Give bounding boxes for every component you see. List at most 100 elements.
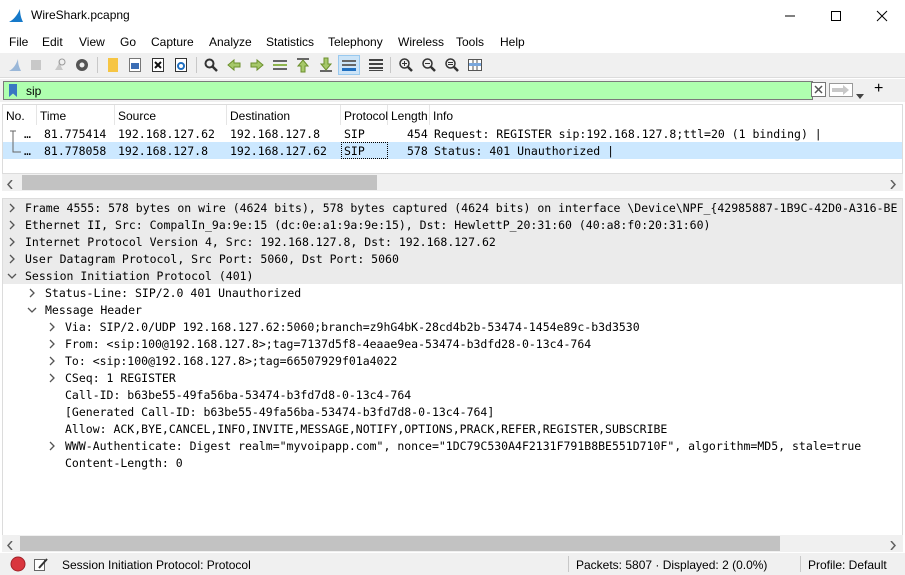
detail-row-status-line[interactable]: Status-Line: SIP/2.0 401 Unauthorized	[3, 284, 902, 301]
chevron-right-icon[interactable]	[47, 338, 57, 349]
cell-destination: 192.168.127.62	[230, 144, 327, 158]
capture-options-button[interactable]	[72, 55, 92, 75]
chevron-right-icon[interactable]	[47, 440, 57, 451]
chevron-right-icon[interactable]	[7, 236, 17, 247]
stop-capture-button[interactable]	[26, 55, 46, 75]
scroll-right-icon[interactable]	[890, 539, 897, 553]
capture-comment-icon[interactable]	[33, 556, 49, 575]
detail-row-sip[interactable]: Session Initiation Protocol (401)	[3, 267, 902, 284]
detail-row-ipv4[interactable]: Internet Protocol Version 4, Src: 192.16…	[3, 233, 902, 250]
details-horizontal-scrollbar[interactable]	[2, 535, 903, 552]
go-to-packet-button[interactable]	[270, 55, 290, 75]
zoom-out-button[interactable]	[419, 55, 439, 75]
last-packet-button[interactable]	[316, 55, 336, 75]
auto-scroll-button[interactable]	[338, 55, 360, 75]
add-filter-button-icon[interactable]: +	[874, 80, 883, 98]
detail-text: [Generated Call-ID: b63be55-49fa56ba-534…	[65, 405, 495, 419]
minimize-button[interactable]	[767, 0, 813, 31]
chevron-down-icon[interactable]	[856, 88, 864, 102]
menu-telephony[interactable]: Telephony	[328, 35, 383, 49]
reload-file-button[interactable]	[171, 55, 191, 75]
clear-filter-icon[interactable]	[811, 82, 826, 100]
detail-text: WWW-Authenticate: Digest realm="myvoipap…	[65, 439, 862, 453]
menu-edit[interactable]: Edit	[42, 35, 63, 49]
resize-columns-button[interactable]	[465, 55, 485, 75]
chevron-right-icon[interactable]	[7, 253, 17, 264]
detail-row-frame[interactable]: Frame 4555: 578 bytes on wire (4624 bits…	[3, 199, 902, 216]
start-capture-button[interactable]	[5, 55, 25, 75]
scroll-left-icon[interactable]	[6, 178, 13, 192]
find-packet-button[interactable]	[201, 55, 221, 75]
auto-scroll-icon	[342, 60, 356, 71]
go-back-button[interactable]	[224, 55, 244, 75]
detail-row-call-id[interactable]: Call-ID: b63be55-49fa56ba-53474-b3fd7d8-…	[3, 386, 902, 403]
scroll-left-icon[interactable]	[6, 539, 13, 553]
detail-row-ethernet[interactable]: Ethernet II, Src: CompalIn_9a:9e:15 (dc:…	[3, 216, 902, 233]
status-profile[interactable]: Profile: Default	[808, 558, 887, 572]
detail-row-via[interactable]: Via: SIP/2.0/UDP 192.168.127.62:5060;bra…	[3, 318, 902, 335]
column-header-info[interactable]: Info	[430, 105, 902, 125]
window-title: WireShark.pcapng	[31, 8, 130, 22]
menu-go[interactable]: Go	[120, 35, 136, 49]
detail-row-allow[interactable]: Allow: ACK,BYE,CANCEL,INFO,INVITE,MESSAG…	[3, 420, 902, 437]
maximize-icon	[831, 10, 841, 21]
packet-row-selected[interactable]: … 81.778058 192.168.127.8 192.168.127.62…	[3, 142, 902, 159]
menu-statistics[interactable]: Statistics	[266, 35, 314, 49]
menu-analyze[interactable]: Analyze	[209, 35, 252, 49]
open-file-button[interactable]	[103, 55, 123, 75]
status-separator	[800, 556, 801, 572]
detail-row-generated-call-id[interactable]: [Generated Call-ID: b63be55-49fa56ba-534…	[3, 403, 902, 420]
detail-text: Message Header	[45, 303, 142, 317]
scrollbar-thumb[interactable]	[22, 175, 377, 190]
first-packet-button[interactable]	[293, 55, 313, 75]
menu-view[interactable]: View	[79, 35, 105, 49]
chevron-right-icon[interactable]	[47, 372, 57, 383]
menu-tools[interactable]: Tools	[456, 35, 484, 49]
column-header-destination[interactable]: Destination	[227, 105, 341, 125]
detail-row-cseq[interactable]: CSeq: 1 REGISTER	[3, 369, 902, 386]
normal-size-button[interactable]	[442, 55, 462, 75]
chevron-right-icon[interactable]	[27, 287, 37, 298]
scroll-right-icon[interactable]	[890, 178, 897, 192]
chevron-right-icon[interactable]	[47, 321, 57, 332]
file-icon	[129, 58, 141, 72]
maximize-button[interactable]	[813, 0, 859, 31]
colorize-button[interactable]	[366, 55, 386, 75]
chevron-down-icon[interactable]	[27, 304, 37, 314]
go-forward-button[interactable]	[247, 55, 267, 75]
cell-protocol: SIP	[344, 127, 365, 141]
column-header-source[interactable]: Source	[115, 105, 227, 125]
packet-details-pane: Frame 4555: 578 bytes on wire (4624 bits…	[2, 198, 903, 536]
chevron-right-icon[interactable]	[7, 219, 17, 230]
chevron-right-icon[interactable]	[7, 202, 17, 213]
zoom-in-button[interactable]	[396, 55, 416, 75]
save-file-button[interactable]	[125, 55, 145, 75]
packet-list-horizontal-scrollbar[interactable]	[2, 174, 903, 191]
minimize-icon	[785, 15, 795, 16]
apply-filter-arrow-icon[interactable]	[829, 83, 853, 97]
menu-file[interactable]: File	[9, 35, 28, 49]
detail-row-www-authenticate[interactable]: WWW-Authenticate: Digest realm="myvoipap…	[3, 437, 902, 454]
column-header-time[interactable]: Time	[37, 105, 115, 125]
menu-help[interactable]: Help	[500, 35, 525, 49]
restart-capture-button[interactable]	[49, 55, 69, 75]
column-header-protocol[interactable]: Protocol	[341, 105, 388, 125]
scrollbar-thumb[interactable]	[20, 536, 780, 551]
menu-capture[interactable]: Capture	[151, 35, 194, 49]
detail-row-from[interactable]: From: <sip:100@192.168.127.8>;tag=7137d5…	[3, 335, 902, 352]
detail-row-to[interactable]: To: <sip:100@192.168.127.8>;tag=66507929…	[3, 352, 902, 369]
bookmark-icon[interactable]	[8, 84, 18, 101]
column-header-length[interactable]: Length	[388, 105, 430, 125]
close-button[interactable]	[859, 0, 905, 31]
menu-wireless[interactable]: Wireless	[398, 35, 444, 49]
packet-row[interactable]: … 81.775414 192.168.127.62 192.168.127.8…	[3, 125, 902, 142]
column-header-no[interactable]: No.	[3, 105, 37, 125]
detail-row-message-header[interactable]: Message Header	[3, 301, 902, 318]
display-filter-input[interactable]: sip	[3, 81, 813, 100]
detail-row-content-length[interactable]: Content-Length: 0	[3, 454, 902, 471]
detail-row-udp[interactable]: User Datagram Protocol, Src Port: 5060, …	[3, 250, 902, 267]
close-file-button[interactable]	[148, 55, 168, 75]
chevron-right-icon[interactable]	[47, 355, 57, 366]
capture-status-icon	[10, 556, 26, 575]
chevron-down-icon[interactable]	[7, 270, 17, 280]
